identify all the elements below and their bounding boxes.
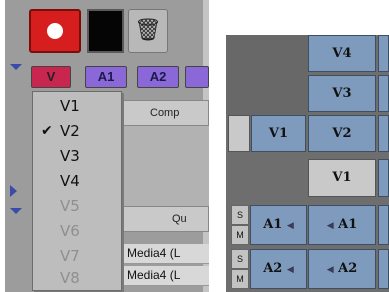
menu-item-v3[interactable]: V3 (33, 144, 121, 169)
black-fill-button[interactable] (87, 9, 124, 53)
menu-item-v1[interactable]: V1 (33, 94, 121, 119)
menu-item-label: V1 (60, 97, 80, 115)
track-lock-button[interactable] (228, 115, 250, 152)
menu-item-label: V2 (60, 122, 80, 140)
record-icon (47, 23, 63, 39)
audio-track-a2-button[interactable]: A2 (137, 66, 179, 88)
speaker-icon: ◀ (286, 221, 294, 231)
track-label: A2 (263, 261, 283, 276)
trash-icon: 🗑 (134, 18, 162, 43)
menu-item-v6: V6 (33, 219, 121, 244)
track-label: A1 (338, 217, 358, 232)
track-toggle-strip[interactable] (378, 115, 389, 152)
menu-item-v5: V5 (33, 194, 121, 219)
collapse-triangle-icon[interactable] (10, 208, 22, 214)
track-label: A1 (263, 217, 283, 232)
track-selector-panel: 🗑 V A1 A2 Comp Qu Media4 (L Media4 (L V1… (5, 0, 209, 292)
collapse-triangle-icon[interactable] (10, 64, 22, 70)
track-label: A2 (338, 261, 358, 276)
record-track-v2[interactable]: V2 (308, 115, 376, 152)
record-track-v1[interactable]: V1 (308, 159, 376, 197)
record-track-a1[interactable]: ◀ A1 (308, 205, 376, 245)
menu-item-label: V6 (60, 222, 80, 240)
track-patch-panel: V4 V3 V1 V2 V1 S M A1 ◀ ◀ A1 S M A2 ◀ ◀ … (226, 35, 389, 292)
menu-item-label: V5 (60, 197, 80, 215)
menu-item-v4[interactable]: V4 (33, 169, 121, 194)
column-header-comp[interactable]: Comp (123, 100, 209, 126)
mute-button-a1[interactable]: M (231, 225, 249, 245)
column-strip (123, 126, 209, 206)
video-track-menu: V1 ✔ V2 V3 V4 V5 V6 V7 V8 (32, 91, 122, 291)
record-button[interactable] (29, 9, 81, 53)
menu-item-label: V3 (60, 147, 80, 165)
source-track-a1[interactable]: A1 ◀ (250, 205, 307, 245)
record-track-a2[interactable]: ◀ A2 (308, 249, 376, 289)
menu-item-label: V7 (60, 247, 80, 265)
source-track-a2[interactable]: A2 ◀ (250, 249, 307, 289)
audio-track-a1-button[interactable]: A1 (85, 66, 127, 88)
track-toggle-strip[interactable] (378, 249, 389, 289)
source-track-v1[interactable]: V1 (251, 115, 306, 152)
media-row[interactable]: Media4 (L (123, 266, 209, 286)
menu-item-label: V8 (60, 269, 80, 287)
menu-item-v8: V8 (33, 266, 121, 291)
track-toggle-strip[interactable] (378, 205, 389, 245)
solo-button-a1[interactable]: S (231, 205, 249, 225)
media-row[interactable]: Media4 (L (123, 244, 209, 264)
speaker-icon: ◀ (326, 265, 334, 275)
column-header-qu[interactable]: Qu (123, 206, 209, 232)
audio-track-more-button[interactable] (185, 66, 209, 88)
video-track-button[interactable]: V (31, 66, 71, 88)
menu-item-label: V4 (60, 172, 80, 190)
track-toggle-strip[interactable] (378, 35, 389, 72)
record-track-v3[interactable]: V3 (308, 75, 376, 112)
record-track-v4[interactable]: V4 (308, 35, 376, 72)
menu-item-v2[interactable]: ✔ V2 (33, 119, 121, 144)
speaker-icon: ◀ (326, 221, 334, 231)
speaker-icon: ◀ (286, 265, 294, 275)
expand-triangle-icon[interactable] (10, 185, 17, 197)
mute-button-a2[interactable]: M (231, 269, 249, 289)
solo-button-a2[interactable]: S (231, 249, 249, 269)
trash-button[interactable]: 🗑 (128, 9, 168, 53)
checkmark-icon: ✔ (41, 123, 53, 139)
track-toggle-strip[interactable] (378, 75, 389, 112)
track-toggle-strip[interactable] (378, 159, 389, 197)
panel-background (226, 35, 308, 115)
